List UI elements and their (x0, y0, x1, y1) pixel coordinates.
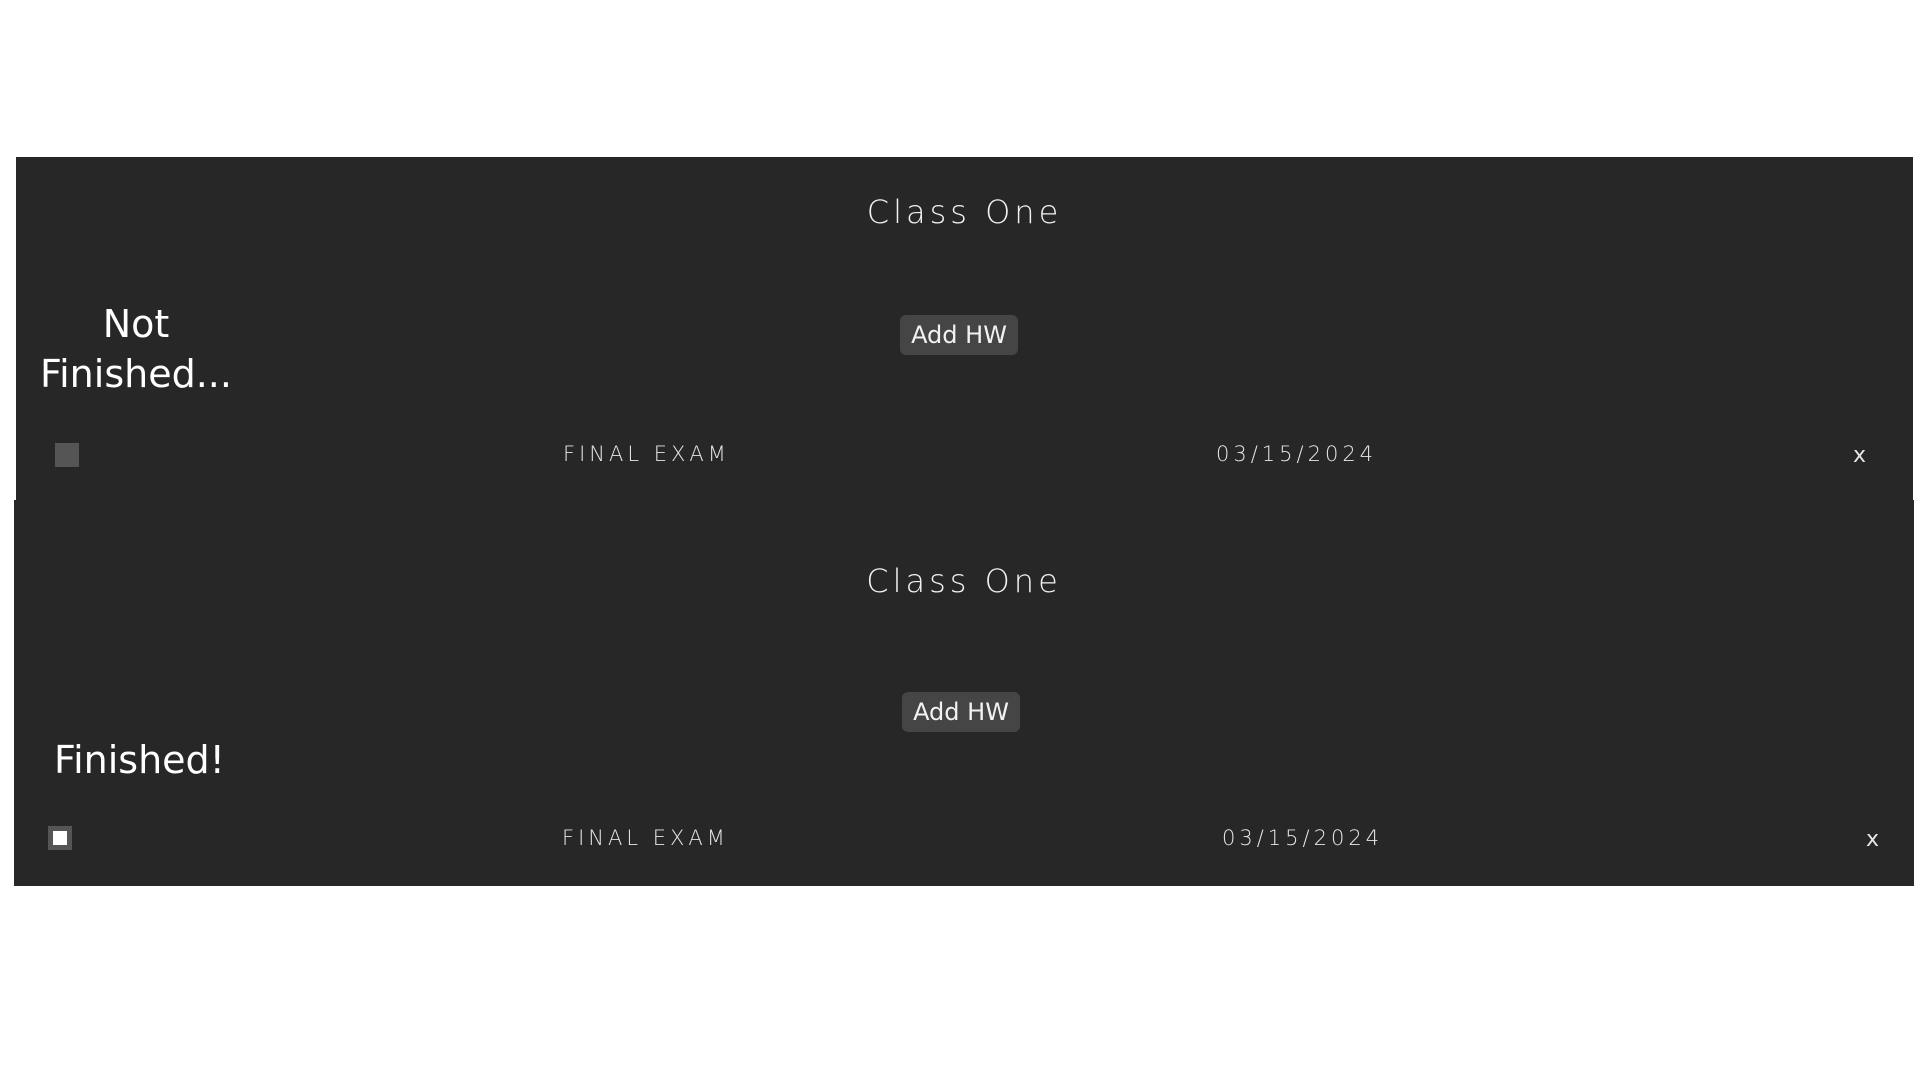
add-hw-button[interactable]: Add HW (900, 315, 1018, 355)
homework-row: FINAL EXAM 03/15/2024 x (16, 440, 1913, 470)
homework-due-date: 03/15/2024 (1216, 442, 1378, 466)
class-title: Class One (866, 562, 1062, 600)
class-card: Class One Add HW Finished! FINAL EXAM 03… (14, 500, 1914, 886)
homework-due-date: 03/15/2024 (1222, 826, 1384, 850)
add-hw-button[interactable]: Add HW (902, 692, 1020, 732)
delete-homework-button[interactable]: x (1866, 827, 1879, 852)
homework-name: FINAL EXAM (562, 826, 729, 850)
homework-checkbox[interactable] (48, 826, 72, 850)
homework-row: FINAL EXAM 03/15/2024 x (14, 824, 1914, 854)
status-text: Finished! (54, 738, 225, 782)
delete-homework-button[interactable]: x (1853, 443, 1866, 468)
status-text: Not Finished... (40, 302, 232, 396)
homework-name: FINAL EXAM (563, 442, 730, 466)
class-card: Class One Not Finished... Add HW FINAL E… (16, 157, 1913, 500)
homework-checkbox[interactable] (55, 443, 79, 467)
class-title: Class One (866, 193, 1063, 231)
